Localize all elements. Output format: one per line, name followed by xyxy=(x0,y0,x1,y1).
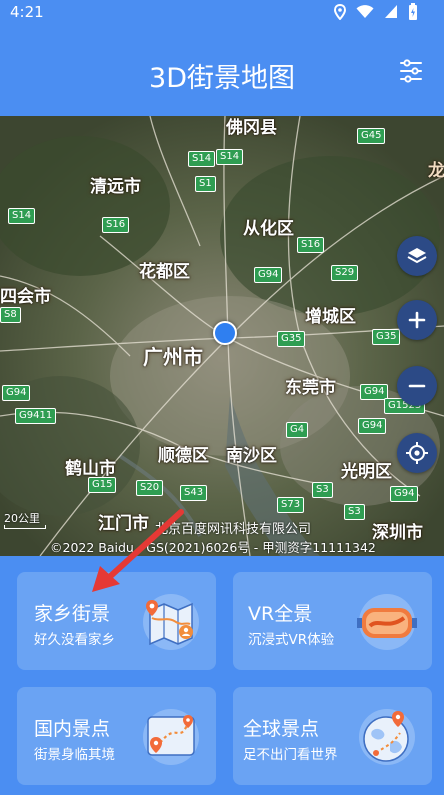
highway-marker: S16 xyxy=(102,217,130,233)
card-title: VR全景 xyxy=(248,603,313,625)
city-label-qingyuan: 清远市 xyxy=(90,177,141,197)
highway-marker: G45 xyxy=(357,128,386,144)
card-title: 全球景点 xyxy=(243,718,320,740)
highway-marker: S3 xyxy=(312,482,333,498)
city-label-dongguan: 东莞市 xyxy=(285,378,336,398)
zoom-in-icon xyxy=(408,311,426,329)
city-label-heshan: 鹤山市 xyxy=(65,459,116,479)
city-label-zengcheng: 增城区 xyxy=(305,307,356,327)
highway-marker: S20 xyxy=(136,480,164,496)
app-bar: 3D街景地图 xyxy=(0,24,444,116)
highway-marker: G94 xyxy=(2,385,31,401)
vr-headset-icon xyxy=(357,594,417,650)
feature-cards: 家乡街景 好久没看家乡 VR全景 沉浸式VR体验 国内景点 街景身临其境 全球景… xyxy=(0,556,444,795)
highway-marker: G94 xyxy=(254,267,283,283)
battery-icon xyxy=(409,3,417,20)
highway-marker: S73 xyxy=(277,497,305,513)
domestic-attractions-card[interactable]: 国内景点 街景身临其境 xyxy=(17,687,216,785)
card-title: 国内景点 xyxy=(34,718,111,740)
hometown-street-view-card[interactable]: 家乡街景 好久没看家乡 xyxy=(17,572,216,670)
hometown-map-icon xyxy=(143,594,199,650)
city-label-jiangmen: 江门市 xyxy=(98,514,149,534)
vr-panorama-card[interactable]: VR全景 沉浸式VR体验 xyxy=(233,572,432,670)
highway-marker: S1 xyxy=(195,176,216,192)
card-subtitle: 好久没看家乡 xyxy=(34,632,115,648)
status-icons xyxy=(334,3,418,20)
highway-marker: S3 xyxy=(344,504,365,520)
zoom-out-button[interactable] xyxy=(397,366,437,406)
zoom-out-icon xyxy=(408,384,426,388)
highway-marker: S14 xyxy=(8,208,36,224)
filter-button[interactable] xyxy=(398,58,424,84)
card-subtitle: 足不出门看世界 xyxy=(243,747,338,763)
map-scale-bar xyxy=(4,525,46,529)
highway-marker: S14 xyxy=(216,149,244,165)
global-attractions-card[interactable]: 全球景点 足不出门看世界 xyxy=(233,687,432,785)
map-scale-label: 20公里 xyxy=(4,512,40,525)
highway-marker: G15 xyxy=(88,477,117,493)
current-location-marker xyxy=(213,321,237,345)
layers-icon xyxy=(407,248,427,264)
domestic-route-icon xyxy=(143,709,199,765)
city-label-nansha: 南沙区 xyxy=(226,446,277,466)
highway-marker: S16 xyxy=(297,237,325,253)
card-subtitle: 沉浸式VR体验 xyxy=(248,632,335,648)
layers-button[interactable] xyxy=(397,236,437,276)
city-label-conghua: 从化区 xyxy=(243,219,294,239)
highway-marker: G94 xyxy=(390,486,419,502)
city-label-huadu: 花都区 xyxy=(139,262,190,282)
city-label-long: 龙 xyxy=(428,161,444,181)
wifi-icon xyxy=(356,5,374,18)
highway-marker: S8 xyxy=(0,307,21,323)
locate-icon xyxy=(406,442,428,464)
signal-icon xyxy=(385,5,397,18)
city-label-shunde: 顺德区 xyxy=(158,446,209,466)
city-label-shenzhen: 深圳市 xyxy=(372,523,423,543)
location-icon xyxy=(334,3,346,20)
zoom-in-button[interactable] xyxy=(397,300,437,340)
city-label-sihui: 四会市 xyxy=(0,287,51,307)
city-label-fogang: 佛冈县 xyxy=(226,118,277,138)
map-view[interactable]: 佛冈县 龙 清远市 从化区 花都区 四会市 增城区 广州市 东莞市 顺德区 南沙… xyxy=(0,116,444,556)
highway-marker: G4 xyxy=(286,422,309,438)
card-subtitle: 街景身临其境 xyxy=(34,747,115,763)
locate-button[interactable] xyxy=(397,433,437,473)
card-title: 家乡街景 xyxy=(34,603,111,625)
globe-icon xyxy=(359,709,415,765)
highway-marker: G35 xyxy=(372,329,401,345)
status-time: 4:21 xyxy=(10,3,44,21)
city-label-guangzhou: 广州市 xyxy=(143,345,203,369)
map-company-label: 北京百度网讯科技有限公司 xyxy=(155,522,312,537)
highway-marker: S43 xyxy=(180,485,208,501)
highway-marker: S29 xyxy=(331,265,359,281)
highway-marker: S14 xyxy=(188,151,216,167)
app-title: 3D街景地图 xyxy=(149,63,295,94)
highway-marker: G35 xyxy=(277,331,306,347)
highway-marker: G9411 xyxy=(15,408,57,424)
status-bar: 4:21 xyxy=(0,0,444,24)
highway-marker: G94 xyxy=(358,418,387,434)
filter-icon xyxy=(400,59,422,83)
map-copyright: ©2022 Baidu - GS(2021)6026号 - 甲测资字111113… xyxy=(50,540,376,555)
city-label-guangming: 光明区 xyxy=(341,462,392,482)
